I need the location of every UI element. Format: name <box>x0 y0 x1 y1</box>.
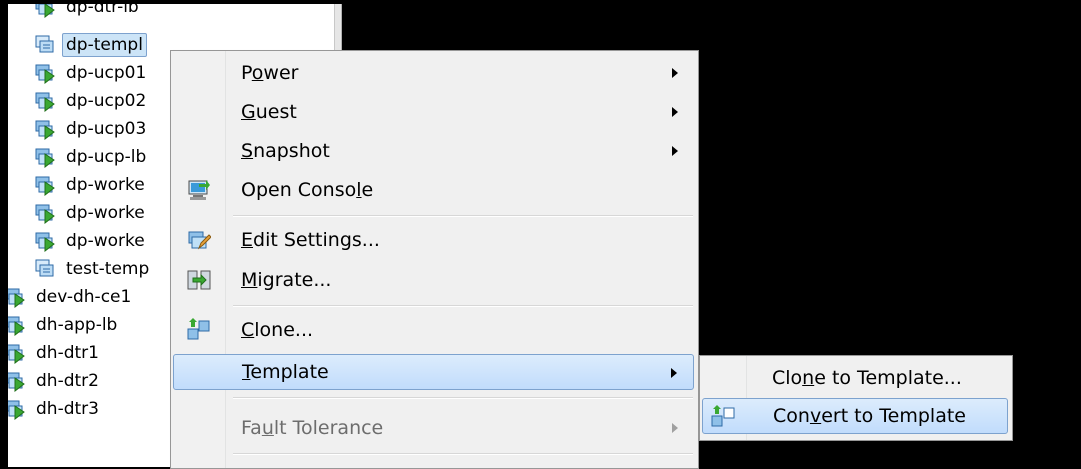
submenu-arrow-icon <box>672 146 678 156</box>
console-icon <box>187 178 211 202</box>
vm-icon <box>8 370 26 393</box>
tree-item-selected[interactable]: dp-templ <box>34 32 147 58</box>
tree-item[interactable]: dp-worke <box>34 228 149 254</box>
menu-item-label: Edit Settings... <box>241 229 380 251</box>
menu-separator <box>233 215 693 217</box>
menu-item-guest[interactable]: Guest <box>173 94 694 130</box>
tree-item-label: dh-app-lb <box>36 315 118 335</box>
menu-item-label: Fault Tolerance <box>241 417 384 439</box>
submenu-arrow-icon <box>671 368 677 378</box>
vm-icon <box>34 174 56 197</box>
vm-icon <box>34 230 56 253</box>
clone-icon <box>187 318 211 342</box>
menu-separator <box>233 305 693 307</box>
submenu-arrow-icon <box>672 107 678 117</box>
tree-item-label: dp-dtr-lb <box>66 4 139 17</box>
tree-item-label: test-temp <box>66 259 150 279</box>
tree-item[interactable]: dev-dh-ce1 <box>8 284 135 310</box>
menu-separator <box>233 453 693 455</box>
vm-icon <box>34 4 56 19</box>
tree-item[interactable]: dh-dtr2 <box>8 368 103 394</box>
tree-item-label: dev-dh-ce1 <box>36 287 132 307</box>
vm-icon <box>34 62 56 85</box>
tree-item-label: dp-ucp01 <box>66 63 147 83</box>
menu-item-power[interactable]: Power <box>173 55 694 91</box>
menu-item-open-console[interactable]: Open Console <box>173 172 694 208</box>
submenu-arrow-icon <box>672 68 678 78</box>
tree-item-label: dh-dtr1 <box>36 343 99 363</box>
menu-item-label: Power <box>241 62 299 84</box>
menu-separator <box>233 397 693 399</box>
tree-item-label: dp-worke <box>66 175 145 195</box>
menu-item-label: Convert to Template <box>773 405 966 427</box>
template-submenu: Clone to Template... Convert to Template <box>699 355 1013 441</box>
edit-settings-icon <box>187 228 212 252</box>
vm-icon <box>34 90 56 113</box>
tree-item-label: dp-worke <box>66 231 145 251</box>
menu-item-label: Template <box>242 361 329 383</box>
convert-template-icon <box>711 405 735 429</box>
template-icon <box>34 34 56 56</box>
vm-icon <box>8 398 26 421</box>
menu-item-convert-to-template[interactable]: Convert to Template <box>702 398 1008 434</box>
tree-item-label: dh-dtr2 <box>36 371 99 391</box>
vm-icon <box>34 202 56 225</box>
tree-item[interactable]: dh-dtr1 <box>8 340 103 366</box>
tree-item[interactable]: dp-ucp01 <box>34 60 150 86</box>
menu-item-label: Clone... <box>241 319 314 341</box>
vm-icon <box>8 342 26 365</box>
tree-item[interactable]: dp-ucp03 <box>34 116 150 142</box>
tree-item-label: dp-ucp-lb <box>66 147 147 167</box>
context-menu: Power Guest Snapshot Open Console Edit S… <box>170 50 699 469</box>
menu-item-migrate[interactable]: Migrate... <box>173 262 694 298</box>
vm-icon <box>34 118 56 141</box>
tree-item[interactable]: dp-ucp-lb <box>34 144 150 170</box>
tree-item[interactable]: dp-worke <box>34 200 149 226</box>
menu-item-fault-tolerance[interactable]: Fault Tolerance <box>173 410 694 446</box>
submenu-arrow-icon <box>672 423 678 433</box>
menu-item-label: Open Console <box>241 179 374 201</box>
vm-icon <box>8 314 26 337</box>
menu-item-label: Snapshot <box>241 140 330 162</box>
tree-item-label: dp-templ <box>62 33 147 57</box>
menu-item-label: Migrate... <box>241 269 332 291</box>
template-icon <box>34 258 56 280</box>
tree-item-label: dp-ucp02 <box>66 91 147 111</box>
menu-item-edit-settings[interactable]: Edit Settings... <box>173 222 694 258</box>
tree-item[interactable]: dh-dtr3 <box>8 396 103 422</box>
menu-item-label: Clone to Template... <box>772 367 962 389</box>
menu-item-clone[interactable]: Clone... <box>173 312 694 348</box>
tree-item[interactable]: test-temp <box>34 256 153 282</box>
tree-item-label: dp-worke <box>66 203 145 223</box>
menu-item-snapshot[interactable]: Snapshot <box>173 133 694 169</box>
menu-item-template[interactable]: Template <box>173 354 694 390</box>
tree-item-label: dh-dtr3 <box>36 399 99 419</box>
screenshot-frame: dp-dtr-lb dp-templ dp-ucp01 dp-ucp02 dp-… <box>0 0 1081 469</box>
vm-icon <box>34 146 56 169</box>
tree-item-label: dp-ucp03 <box>66 119 147 139</box>
vm-icon <box>8 286 26 309</box>
menu-item-clone-to-template[interactable]: Clone to Template... <box>702 360 1008 396</box>
migrate-icon <box>187 268 211 292</box>
tree-item[interactable]: dp-worke <box>34 172 149 198</box>
menu-item-label: Guest <box>241 101 297 123</box>
tree-item[interactable]: dp-dtr-lb <box>34 4 143 20</box>
tree-item[interactable]: dp-ucp02 <box>34 88 150 114</box>
tree-item[interactable]: dh-app-lb <box>8 312 121 338</box>
